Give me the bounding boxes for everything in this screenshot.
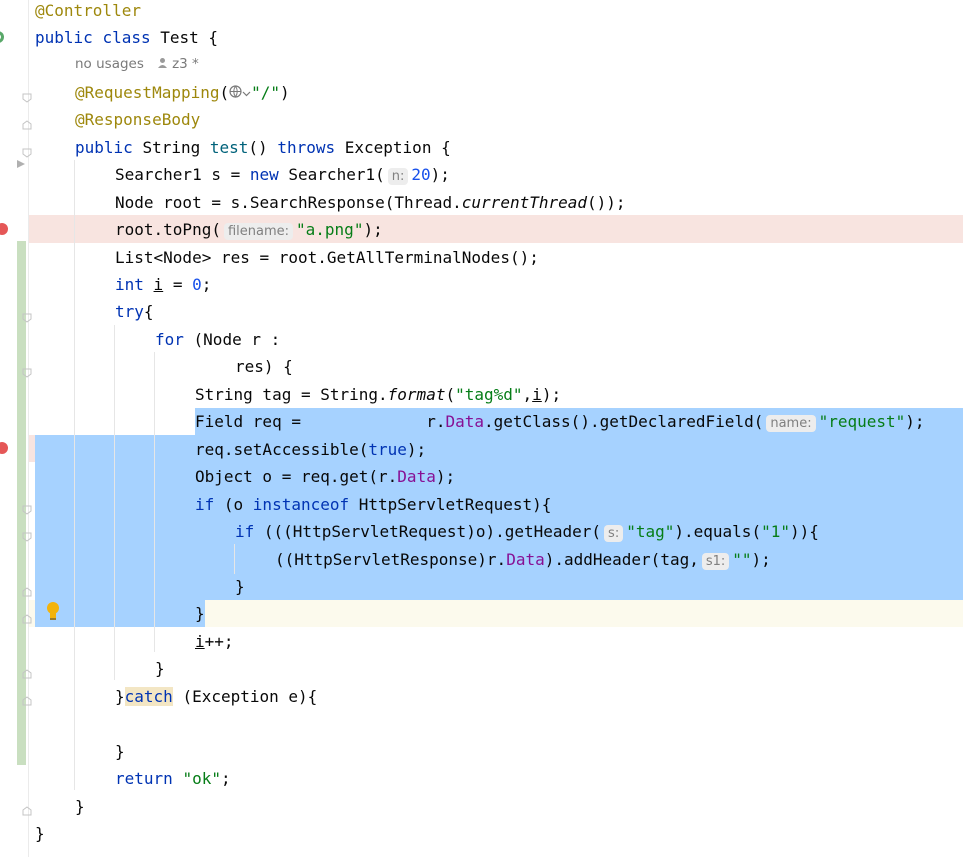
code-line-10[interactable]: int i = 0;: [0, 271, 963, 298]
parameter-hint: s:: [604, 525, 624, 542]
code-line-5[interactable]: public String test() throws Exception {: [0, 134, 963, 161]
code-editor[interactable]: @Controller public class Test { no usage…: [0, 0, 963, 857]
code-line-9[interactable]: List<Node> res = root.GetAllTerminalNode…: [0, 244, 963, 271]
code-line-12[interactable]: for (Node r :: [0, 326, 963, 353]
code-line-19[interactable]: if (((HttpServletRequest)o).getHeader(s:…: [0, 518, 963, 545]
author-label[interactable]: z3 *: [172, 56, 199, 72]
code-line-24[interactable]: }: [0, 655, 963, 682]
code-line-18[interactable]: if (o instanceof HttpServletRequest){: [0, 491, 963, 518]
code-line-7[interactable]: Node root = s.SearchResponse(Thread.curr…: [0, 189, 963, 216]
parameter-hint: filename:: [223, 223, 294, 240]
code-line-6[interactable]: Searcher1 s = new Searcher1(n: 20);: [0, 161, 963, 188]
code-line-26[interactable]: [0, 710, 963, 737]
user-icon: [157, 56, 168, 72]
globe-icon[interactable]: [229, 83, 242, 102]
code-line-1[interactable]: @Controller: [0, 0, 963, 24]
keyword: public: [35, 28, 93, 47]
code-line-25[interactable]: }catch (Exception e){: [0, 683, 963, 710]
controller-annotation: @Controller: [35, 1, 141, 20]
code-line-14[interactable]: String tag = String.format("tag%d",i);: [0, 381, 963, 408]
code-line-3[interactable]: @RequestMapping("/"): [0, 79, 963, 106]
code-line-17[interactable]: Object o = req.get(r.Data);: [0, 463, 963, 490]
code-line-28[interactable]: return "ok";: [0, 765, 963, 792]
code-line-15[interactable]: Field req = r.Data.getClass().getDeclare…: [0, 408, 963, 435]
code-line-30[interactable]: }: [0, 820, 963, 847]
parameter-hint: s1:: [701, 553, 730, 570]
code-line-22[interactable]: }: [0, 600, 963, 627]
path-string: "/": [251, 83, 281, 102]
code-line-11[interactable]: try{: [0, 298, 963, 325]
code-line-21[interactable]: }: [0, 573, 963, 600]
code-line-23[interactable]: i++;: [0, 628, 963, 655]
request-mapping-annotation: @RequestMapping: [75, 83, 220, 102]
code-line-29[interactable]: }: [0, 793, 963, 820]
no-usages-link[interactable]: no usages: [75, 56, 144, 72]
code-line-27[interactable]: }: [0, 738, 963, 765]
chevron-down-icon[interactable]: [242, 83, 251, 102]
code-line-20[interactable]: ((HttpServletResponse)r.Data).addHeader(…: [0, 546, 963, 573]
code-line-13[interactable]: res) {: [0, 353, 963, 380]
code-line-8[interactable]: root.toPng(filename: "a.png");: [0, 216, 963, 243]
method-name: test: [209, 138, 249, 157]
parameter-hint: name:: [766, 415, 816, 432]
code-line-2[interactable]: public class Test {: [0, 24, 963, 51]
response-body-annotation: @ResponseBody: [75, 110, 201, 129]
usages-hint-line[interactable]: no usages z3 *: [0, 51, 963, 78]
code-line-4[interactable]: @ResponseBody: [0, 106, 963, 133]
class-name: Test {: [160, 28, 219, 47]
parameter-hint: n:: [387, 168, 409, 185]
keyword: class: [102, 28, 151, 47]
code-line-16[interactable]: req.setAccessible(true);: [0, 436, 963, 463]
